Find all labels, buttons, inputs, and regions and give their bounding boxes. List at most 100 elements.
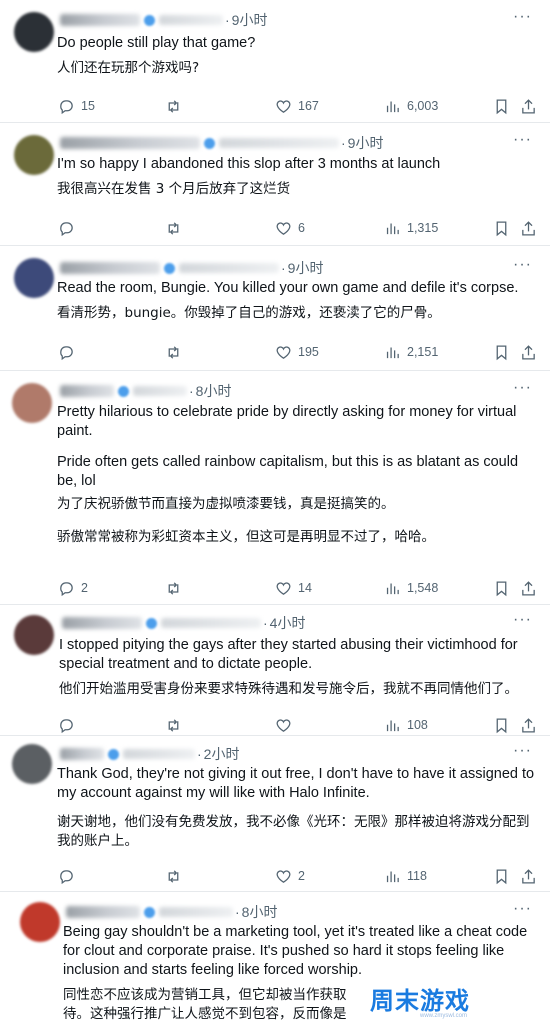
- site-watermark-logo: 周末游戏: [370, 987, 470, 1015]
- timestamp[interactable]: 9小时: [232, 10, 268, 30]
- tweet-6[interactable]: · 2小时 ··· Thank God, they're not giving …: [0, 736, 550, 892]
- share-button[interactable]: [520, 717, 537, 734]
- timestamp[interactable]: 4小时: [270, 613, 306, 633]
- more-options-icon[interactable]: ···: [513, 900, 532, 918]
- reply-button[interactable]: [58, 344, 81, 361]
- more-options-icon[interactable]: ···: [513, 8, 532, 26]
- heart-icon: [276, 581, 291, 595]
- share-button[interactable]: [520, 220, 537, 237]
- share-button[interactable]: [520, 580, 537, 597]
- heart-icon: [276, 345, 291, 359]
- author-name[interactable]: [60, 262, 160, 274]
- views-button[interactable]: 1,315: [384, 220, 438, 237]
- tweet-1[interactable]: · 9小时 ··· Do people still play that game…: [0, 0, 550, 123]
- bookmark-button[interactable]: [493, 580, 510, 597]
- reply-button[interactable]: [58, 868, 81, 885]
- author-name[interactable]: [66, 906, 140, 918]
- tweet-4[interactable]: · 8小时 ··· Pretty hilarious to celebrate …: [0, 371, 550, 605]
- retweet-button[interactable]: [165, 868, 182, 885]
- timestamp[interactable]: 9小时: [348, 133, 384, 153]
- reply-icon: [60, 718, 73, 733]
- author-name[interactable]: [60, 14, 140, 26]
- timestamp[interactable]: 9小时: [288, 258, 324, 278]
- reply-button[interactable]: [58, 717, 81, 734]
- verified-badge-icon: [164, 262, 175, 274]
- like-button[interactable]: [275, 717, 298, 734]
- author-handle[interactable]: [179, 263, 279, 273]
- verified-badge-icon: [144, 14, 155, 26]
- tweet-2[interactable]: · 9小时 ··· I'm so happy I abandoned this …: [0, 123, 550, 246]
- views-chart-icon: [386, 223, 399, 234]
- views-chart-icon: [386, 871, 399, 882]
- like-button[interactable]: 195: [275, 344, 319, 361]
- views-button[interactable]: 1,548: [384, 580, 438, 597]
- timestamp[interactable]: 8小时: [242, 902, 278, 922]
- like-button[interactable]: 14: [275, 580, 312, 597]
- retweet-button[interactable]: [165, 717, 182, 734]
- timestamp[interactable]: 2小时: [204, 744, 240, 764]
- heart-icon: [276, 718, 291, 732]
- share-button[interactable]: [520, 98, 537, 115]
- reply-button[interactable]: [58, 220, 81, 237]
- tweet-text: I stopped pitying the gays after they st…: [59, 637, 518, 697]
- views-chart-icon: [386, 720, 399, 731]
- views-button[interactable]: 6,003: [384, 98, 438, 115]
- share-icon: [522, 580, 535, 596]
- more-options-icon[interactable]: ···: [513, 611, 532, 629]
- views-button[interactable]: 2,151: [384, 344, 438, 361]
- retweet-button[interactable]: [165, 580, 182, 597]
- bookmark-icon: [496, 717, 507, 733]
- bookmark-button[interactable]: [493, 220, 510, 237]
- author-name[interactable]: [62, 617, 142, 629]
- action-bar: 6 1,315: [0, 218, 550, 238]
- tweet-text: Pretty hilarious to celebrate pride by d…: [57, 404, 519, 545]
- like-button[interactable]: 167: [275, 98, 319, 115]
- retweet-button[interactable]: [165, 344, 182, 361]
- retweet-button[interactable]: [165, 98, 182, 115]
- tweet-text: Do people still play that game? 人们还在玩那个游…: [57, 35, 256, 76]
- more-options-icon[interactable]: ···: [513, 131, 532, 149]
- tweet-5[interactable]: · 4小时 ··· I stopped pitying the gays aft…: [0, 605, 550, 736]
- reply-icon: [60, 581, 73, 596]
- avatar[interactable]: [14, 12, 54, 52]
- tweet-text: I'm so happy I abandoned this slop after…: [57, 156, 441, 197]
- action-bar: 108: [0, 715, 550, 735]
- author-name[interactable]: [60, 385, 114, 397]
- like-button[interactable]: 2: [275, 868, 305, 885]
- author-name[interactable]: [60, 748, 104, 760]
- author-handle[interactable]: [161, 618, 261, 628]
- bookmark-button[interactable]: [493, 717, 510, 734]
- views-button[interactable]: 118: [384, 868, 427, 885]
- author-handle[interactable]: [219, 138, 339, 148]
- avatar[interactable]: [20, 902, 60, 942]
- avatar[interactable]: [14, 615, 54, 655]
- timestamp[interactable]: 8小时: [196, 381, 232, 401]
- avatar[interactable]: [12, 383, 52, 423]
- author-name[interactable]: [60, 137, 200, 149]
- share-button[interactable]: [520, 344, 537, 361]
- like-button[interactable]: 6: [275, 220, 305, 237]
- views-button[interactable]: 108: [384, 717, 428, 734]
- tweet-text: Thank God, they're not giving it out fre…: [57, 766, 535, 849]
- reply-button[interactable]: 15: [58, 98, 95, 115]
- more-options-icon[interactable]: ···: [513, 742, 532, 760]
- more-options-icon[interactable]: ···: [513, 256, 532, 274]
- bookmark-icon: [496, 220, 507, 236]
- tweet-3[interactable]: · 9小时 ··· Read the room, Bungie. You kil…: [0, 246, 550, 371]
- author-handle[interactable]: [159, 15, 223, 25]
- author-handle[interactable]: [133, 386, 187, 396]
- bookmark-button[interactable]: [493, 344, 510, 361]
- more-options-icon[interactable]: ···: [513, 379, 532, 397]
- views-chart-icon: [386, 101, 399, 112]
- avatar[interactable]: [12, 744, 52, 784]
- share-button[interactable]: [520, 868, 537, 885]
- reply-icon: [60, 345, 73, 360]
- bookmark-button[interactable]: [493, 98, 510, 115]
- author-handle[interactable]: [159, 907, 233, 917]
- bookmark-button[interactable]: [493, 868, 510, 885]
- avatar[interactable]: [14, 258, 54, 298]
- author-handle[interactable]: [123, 749, 195, 759]
- avatar[interactable]: [14, 135, 54, 175]
- retweet-button[interactable]: [165, 220, 182, 237]
- reply-button[interactable]: 2: [58, 580, 88, 597]
